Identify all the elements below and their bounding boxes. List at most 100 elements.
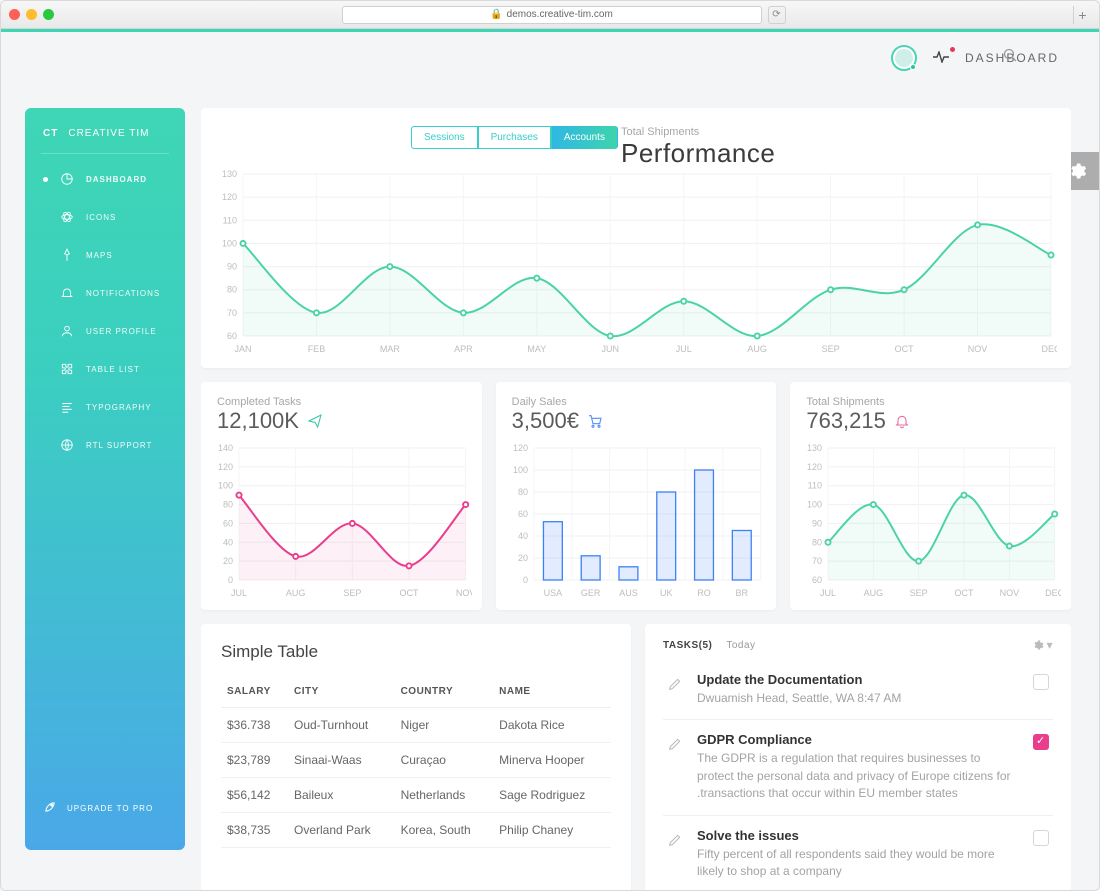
svg-text:90: 90 <box>812 518 822 528</box>
simple-table: SALARYCITYCOUNTRYNAME $36.738Oud-Turnhou… <box>221 676 611 848</box>
task-checkbox[interactable] <box>1033 674 1049 690</box>
completed-value: 12,100K <box>217 408 299 434</box>
sidebar-item-icons[interactable]: ICONS <box>25 198 185 236</box>
atom-icon <box>60 210 74 224</box>
search-icon[interactable] <box>1003 48 1017 62</box>
svg-text:SEP: SEP <box>822 344 840 354</box>
maximize-window-dot[interactable] <box>43 9 54 20</box>
svg-text:AUS: AUS <box>619 588 638 598</box>
svg-text:OCT: OCT <box>400 588 420 598</box>
sidebar-item-rtl-support[interactable]: RTL SUPPORT <box>25 426 185 464</box>
table-row[interactable]: $56,142BaileuxNetherlandsSage Rodriguez <box>221 778 611 813</box>
tasks-card: TASKS(5) Today ▾ Update the Documentatio… <box>645 624 1071 890</box>
sidebar-item-table-list[interactable]: TABLE LIST <box>25 350 185 388</box>
refresh-button[interactable]: ⟳ <box>768 6 786 24</box>
svg-text:0: 0 <box>523 575 528 585</box>
tasks-settings[interactable]: ▾ <box>1032 638 1053 652</box>
new-tab-button[interactable]: + <box>1073 6 1091 24</box>
perf-title: Performance <box>621 138 775 169</box>
puzzle-icon <box>60 362 74 376</box>
sidebar-item-typography[interactable]: TYPOGRAPHY <box>25 388 185 426</box>
sidebar-item-dashboard[interactable]: DASHBOARD <box>25 160 185 198</box>
sidebar-item-notifications[interactable]: NOTIFICATIONS <box>25 274 185 312</box>
completed-label: Completed Tasks <box>217 396 466 408</box>
svg-text:130: 130 <box>807 443 822 453</box>
minimize-window-dot[interactable] <box>26 9 37 20</box>
svg-text:120: 120 <box>218 462 233 472</box>
svg-text:SEP: SEP <box>910 588 928 598</box>
upgrade-to-pro[interactable]: UPGRADE TO PRO <box>25 786 185 830</box>
svg-text:100: 100 <box>807 500 822 510</box>
user-icon <box>60 324 74 338</box>
pill-sessions[interactable]: Sessions <box>411 126 478 149</box>
task-item: GDPR ComplianceThe GDPR is a regulation … <box>663 720 1053 815</box>
table-row[interactable]: $38,735Overland ParkKorea, SouthPhilip C… <box>221 813 611 848</box>
edit-icon[interactable] <box>667 736 683 802</box>
sidebar: CT CREATIVE TIM DASHBOARDICONSMAPSNOTIFI… <box>25 108 185 850</box>
avatar[interactable] <box>891 45 917 71</box>
svg-text:60: 60 <box>223 518 233 528</box>
svg-text:40: 40 <box>223 537 233 547</box>
sidebar-item-label: TYPOGRAPHY <box>86 403 152 412</box>
sales-value: 3,500€ <box>512 408 579 434</box>
chevron-down-icon: ▾ <box>1046 638 1053 652</box>
bell-icon <box>894 413 910 429</box>
svg-text:FEB: FEB <box>308 344 326 354</box>
svg-text:UK: UK <box>660 588 673 598</box>
svg-text:70: 70 <box>227 308 237 318</box>
url-field[interactable]: 🔒 demos.creative-tim.com <box>342 6 762 24</box>
cart-icon <box>587 413 603 429</box>
svg-text:60: 60 <box>227 331 237 341</box>
svg-text:0: 0 <box>228 575 233 585</box>
svg-text:80: 80 <box>812 537 822 547</box>
lock-icon: 🔒 <box>490 9 502 20</box>
shipments-chart: 60708090100110120130JULAUGSEPOCTNOVDEC <box>800 442 1061 602</box>
shipments-value: 763,215 <box>806 408 886 434</box>
bell-icon <box>60 286 74 300</box>
globe-icon <box>60 438 74 452</box>
svg-text:APR: APR <box>454 344 473 354</box>
table-title: Simple Table <box>221 642 611 662</box>
completed-tasks-card: Completed Tasks 12,100K 0204060801001201… <box>201 382 482 610</box>
task-title: Update the Documentation <box>697 672 1019 687</box>
table-row[interactable]: $36.738Oud-TurnhoutNigerDakota Rice <box>221 708 611 743</box>
svg-text:40: 40 <box>518 531 528 541</box>
svg-text:OCT: OCT <box>955 588 975 598</box>
svg-text:JUL: JUL <box>820 588 836 598</box>
task-desc: Fifty percent of all respondents said th… <box>697 846 1019 881</box>
tab-tasks[interactable]: TASKS(5) <box>663 640 712 651</box>
task-item: Update the DocumentationDwuamish Head, S… <box>663 660 1053 720</box>
sidebar-item-label: TABLE LIST <box>86 365 140 374</box>
sales-chart: 020406080100120USAGERAUSUKROBR <box>506 442 767 602</box>
sales-label: Daily Sales <box>512 396 761 408</box>
pill-accounts[interactable]: Accounts <box>551 126 618 149</box>
activity-icon[interactable] <box>933 51 949 66</box>
task-item: Solve the issuesFifty percent of all res… <box>663 816 1053 890</box>
sidebar-item-label: USER PROFILE <box>86 327 157 336</box>
table-row[interactable]: $23,789Sinaai-WaasCuraçaoMinerva Hooper <box>221 743 611 778</box>
svg-text:AUG: AUG <box>747 344 767 354</box>
pill-purchases[interactable]: Purchases <box>478 126 551 149</box>
svg-text:100: 100 <box>218 481 233 491</box>
edit-icon[interactable] <box>667 832 683 881</box>
svg-text:JUN: JUN <box>602 344 620 354</box>
performance-card: SessionsPurchasesAccounts Total Shipment… <box>201 108 1071 368</box>
task-checkbox[interactable] <box>1033 830 1049 846</box>
sidebar-item-user-profile[interactable]: USER PROFILE <box>25 312 185 350</box>
page-title: DASHBOARD <box>965 51 1059 65</box>
svg-text:USA: USA <box>543 588 562 598</box>
task-checkbox[interactable] <box>1033 734 1049 750</box>
col-city: CITY <box>288 676 395 708</box>
perf-pills: SessionsPurchasesAccounts <box>411 126 618 149</box>
svg-text:60: 60 <box>518 509 528 519</box>
svg-text:110: 110 <box>808 481 822 491</box>
edit-icon[interactable] <box>667 676 683 707</box>
close-window-dot[interactable] <box>9 9 20 20</box>
tab-today[interactable]: Today <box>726 640 755 651</box>
gear-icon <box>1032 639 1044 651</box>
svg-text:120: 120 <box>807 462 822 472</box>
sidebar-item-maps[interactable]: MAPS <box>25 236 185 274</box>
sidebar-logo[interactable]: CT CREATIVE TIM <box>25 128 185 153</box>
svg-text:JUL: JUL <box>676 344 692 354</box>
svg-text:SEP: SEP <box>343 588 361 598</box>
